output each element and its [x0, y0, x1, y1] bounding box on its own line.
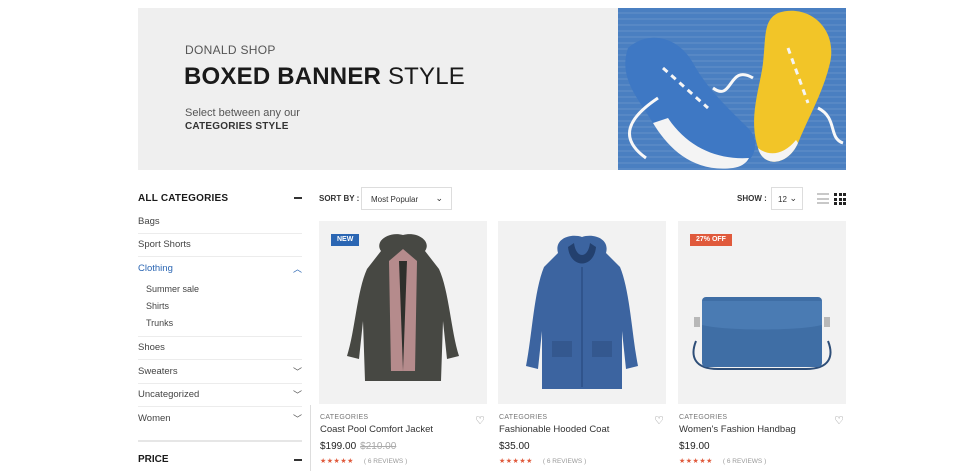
- star-rating: ★★★★★: [499, 458, 533, 465]
- chevron-down-icon: ⌄: [789, 193, 797, 203]
- banner-kicker: DONALD SHOP: [185, 43, 276, 57]
- minus-icon[interactable]: [294, 458, 302, 461]
- sidebar-item-label: Women: [138, 413, 171, 425]
- chevron-down-icon: ⌄: [435, 193, 443, 203]
- product-card[interactable]: CATEGORIES ♡ Fashionable Hooded Coat $35…: [498, 221, 666, 465]
- banner-headline: BOXED BANNER STYLE: [184, 63, 465, 91]
- sidebar-item-shoes[interactable]: Shoes: [138, 337, 302, 360]
- jacket-image: [347, 234, 459, 381]
- sidebar-item-label: Bags: [138, 215, 160, 227]
- categories-title: ALL CATEGORIES: [138, 192, 229, 204]
- price-filter-header[interactable]: PRICE: [138, 440, 302, 465]
- chevron-down-icon[interactable]: ﹀: [293, 388, 302, 401]
- sidebar-item-label: Uncategorized: [138, 389, 200, 401]
- clothing-subcategories: Summer sale Shirts Trunks: [138, 281, 302, 337]
- product-toolbar: SORT BY : Most Popular ⌄ SHOW : 12 ⌄: [319, 187, 846, 211]
- banner-headline-light: STYLE: [381, 63, 465, 90]
- product-rating: ★★★★★ ( 6 REVIEWS ): [320, 457, 486, 466]
- product-card[interactable]: NEW CATEGORIES ♡ Coast Pool Comfort Jack…: [319, 221, 487, 465]
- per-page-value: 12: [778, 195, 787, 204]
- sidebar-item-bags[interactable]: Bags: [138, 210, 302, 234]
- current-price: $199.00: [320, 441, 357, 452]
- subcategory-summer-sale[interactable]: Summer sale: [146, 281, 302, 298]
- product-image[interactable]: NEW: [319, 221, 487, 404]
- product-badge: NEW: [331, 234, 360, 246]
- current-price: $35.00: [499, 441, 530, 452]
- coat-image: [526, 235, 638, 389]
- sidebar-item-label: Sport Shorts: [138, 239, 191, 251]
- sidebar-divider: [310, 405, 311, 471]
- chevron-down-icon[interactable]: ﹀: [293, 365, 302, 378]
- sidebar-item-label: Shoes: [138, 342, 165, 354]
- product-card[interactable]: 27% OFF CATEGORIES ♡ Women's Fashion Han…: [678, 221, 846, 465]
- banner-subtitle-strong: CATEGORIES STYLE: [185, 121, 289, 132]
- chevron-up-icon[interactable]: ︿: [293, 262, 302, 275]
- sort-dropdown[interactable]: Most Popular ⌄: [361, 187, 452, 210]
- banner-subtitle: Select between any our: [185, 107, 300, 119]
- categories-header[interactable]: ALL CATEGORIES: [138, 186, 302, 210]
- banner-headline-bold: BOXED BANNER: [184, 63, 382, 90]
- product-price: $199.00 $210.00: [320, 441, 486, 452]
- product-badge: 27% OFF: [690, 234, 732, 246]
- sneakers-image: [625, 10, 844, 169]
- old-price: $210.00: [360, 441, 397, 452]
- heart-icon[interactable]: ♡: [834, 414, 844, 427]
- review-count[interactable]: ( 6 REVIEWS ): [543, 458, 586, 465]
- star-rating: ★★★★★: [320, 458, 354, 465]
- product-price: $35.00: [499, 441, 665, 452]
- review-count[interactable]: ( 6 REVIEWS ): [364, 458, 407, 465]
- product-rating: ★★★★★ ( 6 REVIEWS ): [679, 457, 845, 466]
- review-count[interactable]: ( 6 REVIEWS ): [723, 458, 766, 465]
- star-rating: ★★★★★: [679, 458, 713, 465]
- product-image[interactable]: [498, 221, 666, 404]
- category-sidebar: ALL CATEGORIES Bags Sport Shorts Clothin…: [138, 186, 302, 431]
- heart-icon[interactable]: ♡: [475, 414, 485, 427]
- product-category[interactable]: CATEGORIES: [320, 414, 486, 421]
- product-rating: ★★★★★ ( 6 REVIEWS ): [499, 457, 665, 466]
- list-view-icon[interactable]: [817, 193, 829, 204]
- heart-icon[interactable]: ♡: [654, 414, 664, 427]
- sidebar-item-sport-shorts[interactable]: Sport Shorts: [138, 234, 302, 257]
- sidebar-item-clothing[interactable]: Clothing ︿: [138, 257, 302, 281]
- sort-value: Most Popular: [371, 195, 419, 204]
- product-name[interactable]: Fashionable Hooded Coat: [499, 424, 665, 435]
- sidebar-item-label: Sweaters: [138, 365, 178, 377]
- sidebar-item-label: Clothing: [138, 263, 173, 275]
- product-image[interactable]: 27% OFF: [678, 221, 846, 404]
- product-price: $19.00: [679, 441, 845, 452]
- chevron-down-icon[interactable]: ﹀: [293, 412, 302, 425]
- minus-icon[interactable]: [294, 197, 302, 199]
- grid-view-icon[interactable]: [834, 193, 846, 205]
- show-label: SHOW :: [737, 194, 767, 203]
- price-title: PRICE: [138, 454, 169, 465]
- per-page-dropdown[interactable]: 12 ⌄: [771, 187, 803, 210]
- sidebar-item-uncategorized[interactable]: Uncategorized ﹀: [138, 384, 302, 407]
- promo-banner[interactable]: DONALD SHOP BOXED BANNER STYLE Select be…: [138, 8, 846, 170]
- subcategory-trunks[interactable]: Trunks: [146, 315, 302, 332]
- sidebar-item-women[interactable]: Women ﹀: [138, 407, 302, 431]
- product-name[interactable]: Women's Fashion Handbag: [679, 424, 845, 435]
- handbag-image: [692, 297, 832, 370]
- current-price: $19.00: [679, 441, 710, 452]
- sort-label: SORT BY :: [319, 194, 360, 203]
- product-category[interactable]: CATEGORIES: [499, 414, 665, 421]
- product-category[interactable]: CATEGORIES: [679, 414, 845, 421]
- subcategory-shirts[interactable]: Shirts: [146, 298, 302, 315]
- product-name[interactable]: Coast Pool Comfort Jacket: [320, 424, 486, 435]
- sidebar-item-sweaters[interactable]: Sweaters ﹀: [138, 360, 302, 384]
